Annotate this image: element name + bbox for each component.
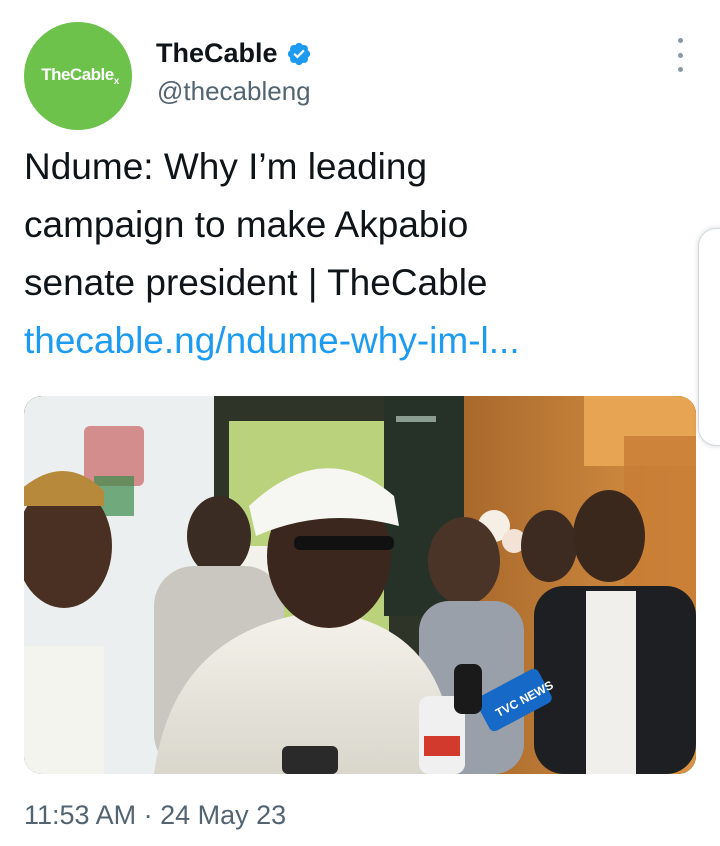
tweet-text-line: campaign to make Akpabio [24,204,469,245]
author-name-row: TheCable [156,38,312,69]
tweet-timestamp[interactable]: 11:53 AM · 24 May 23 [24,800,286,831]
side-panel-edge [698,228,720,446]
news-photo: TVC NEWS [24,396,696,774]
tweet-text: Ndume: Why I’m leading campaign to make … [24,138,684,370]
tweet: TheCablex TheCable @thecableng Ndume: Wh… [0,0,720,846]
avatar[interactable]: TheCablex [24,22,132,130]
more-options-icon[interactable] [668,38,692,72]
tweet-text-line: senate president | TheCable [24,262,488,303]
display-name[interactable]: TheCable [156,38,278,69]
article-link[interactable]: thecable.ng/ndume-why-im-l... [24,312,684,370]
verified-badge-icon [287,42,310,65]
tweet-media-photo[interactable]: TVC NEWS [24,396,696,774]
avatar-logo-text: TheCablex [41,65,119,87]
author-handle[interactable]: @thecableng [157,76,311,107]
tweet-text-line: Ndume: Why I’m leading [24,146,428,187]
